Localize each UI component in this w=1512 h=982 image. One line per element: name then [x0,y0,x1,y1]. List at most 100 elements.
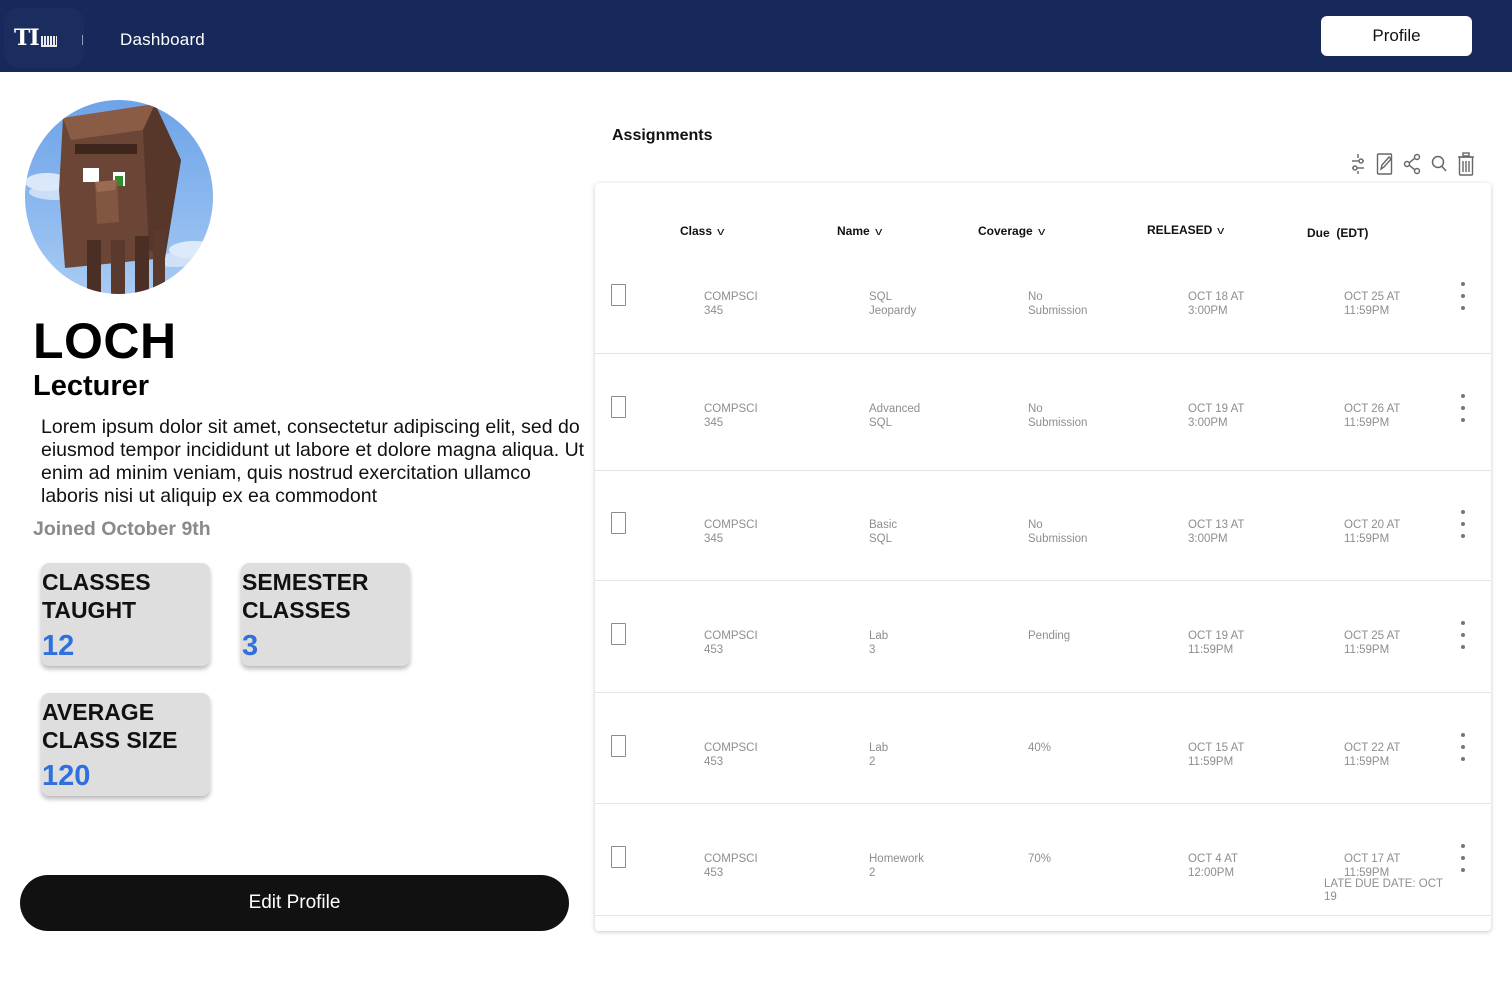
kebab-dot [1461,510,1465,514]
cell-coverage: No Submission [1028,519,1088,545]
table-row[interactable]: COMPSCI 345 SQL Jeopardy No Submission OCT … [595,242,1491,354]
edit-icon[interactable] [1375,151,1395,177]
stat-label: AVERAGE CLASS SIZE [42,699,178,753]
cell-due: OCT 22 AT 11:59PM [1344,742,1401,768]
more-options-icon[interactable] [1457,508,1469,540]
row-checkbox[interactable] [611,396,626,418]
column-header-name[interactable]: Name v [837,224,882,238]
row-checkbox[interactable] [611,846,626,868]
table-row[interactable]: COMPSCI 345 Basic SQL No Submission OCT 13 … [595,470,1491,581]
more-options-icon[interactable] [1457,280,1469,312]
search-icon[interactable] [1429,151,1449,177]
cell-class: COMPSCI 345 [704,291,758,317]
profile-name: LOCH [33,313,177,369]
kebab-dot [1461,522,1465,526]
cell-class: COMPSCI 453 [704,853,758,879]
column-header-released[interactable]: RELEASED v [1147,223,1225,237]
column-header-due[interactable]: Due (EDT) [1307,226,1368,240]
cell-name: SQL Jeopardy [869,291,917,317]
app-logo[interactable]: TI [4,8,84,68]
cell-class: COMPSCI 453 [704,742,758,768]
profile-bio: Lorem ipsum dolor sit amet, consectetur … [41,416,585,507]
edit-profile-button[interactable]: Edit Profile [20,875,569,931]
stat-card-average-class-size: AVERAGE CLASS SIZE 120 [41,693,210,796]
kebab-dot [1461,394,1465,398]
cell-released: OCT 15 AT 11:59PM [1188,742,1245,768]
more-options-icon[interactable] [1457,731,1469,763]
cell-coverage: 40% [1028,742,1052,754]
column-header-coverage[interactable]: Coverage v [978,224,1046,238]
kebab-dot [1461,757,1465,761]
cell-due: OCT 25 AT 11:59PM [1344,291,1401,317]
joined-date: Joined October 9th [33,518,211,540]
kebab-dot [1461,621,1465,625]
cell-class: COMPSCI 345 [704,519,758,545]
table-row[interactable]: COMPSCI 345 Advanced SQL No Submission OCT … [595,354,1491,471]
kebab-dot [1461,633,1465,637]
logo-text: TI [14,25,40,51]
cell-due: OCT 25 AT 11:59PM [1344,630,1401,656]
profile-role: Lecturer [33,370,150,402]
row-checkbox[interactable] [611,735,626,757]
profile-button[interactable]: Profile [1321,16,1472,56]
top-nav-bar: TI Dashboard Profile [0,0,1512,72]
sliders-icon[interactable] [1348,151,1368,177]
villager-avatar-icon [25,104,213,294]
cell-due: OCT 26 AT 11:59PM [1344,403,1401,429]
assignments-title: Assignments [612,127,713,144]
kebab-dot [1461,306,1465,310]
kebab-dot [1461,645,1465,649]
cell-released: OCT 19 AT 11:59PM [1188,630,1245,656]
kebab-dot [1461,844,1465,848]
column-header-label: Class [680,224,713,238]
more-options-icon[interactable] [1457,392,1469,424]
column-header-label: Coverage [978,224,1033,238]
kebab-dot [1461,406,1465,410]
chevron-down-icon: v [717,226,725,238]
late-due-date: LATE DUE DATE: OCT 19 [1324,878,1443,903]
kebab-dot [1461,294,1465,298]
stat-label: CLASSES TAUGHT [42,569,151,623]
kebab-dot [1461,856,1465,860]
stat-value: 120 [42,760,91,792]
kebab-dot [1461,282,1465,286]
stat-value: 12 [42,630,75,662]
cell-name: Advanced SQL [869,403,921,429]
column-header-label: RELEASED [1147,223,1213,237]
row-checkbox[interactable] [611,623,626,645]
cell-name: Lab 2 [869,742,889,768]
stat-value: 3 [242,630,259,662]
share-icon[interactable] [1402,151,1422,177]
trash-icon[interactable] [1456,151,1476,177]
cell-coverage: Pending [1028,630,1071,642]
cell-released: OCT 13 AT 3:00PM [1188,519,1245,545]
cell-coverage: 70% [1028,853,1052,865]
kebab-dot [1461,733,1465,737]
table-row[interactable]: COMPSCI 453 Lab 2 40% OCT 15 AT 11:59PM OCT … [595,693,1491,804]
stat-card-classes-taught: CLASSES TAUGHT 12 [41,563,210,666]
stat-card-semester-classes: SEMESTER CLASSES 3 [241,563,410,666]
more-options-icon[interactable] [1457,842,1469,874]
cell-name: Lab 3 [869,630,889,656]
cell-class: COMPSCI 345 [704,403,758,429]
cell-released: OCT 4 AT 12:00PM [1188,853,1239,879]
column-header-class[interactable]: Class v [680,224,724,238]
keyboard-icon [40,35,57,47]
cell-coverage: No Submission [1028,291,1088,317]
nav-dashboard-link[interactable]: Dashboard [120,30,205,50]
table-row[interactable]: COMPSCI 453 Lab 3 Pending OCT 19 AT 11:59PM… [595,581,1491,693]
row-checkbox[interactable] [611,512,626,534]
kebab-dot [1461,745,1465,749]
cell-name: Basic SQL [869,519,898,545]
row-checkbox[interactable] [611,284,626,306]
cell-name: Homework 2 [869,853,924,879]
cell-due: OCT 17 AT 11:59PM [1344,853,1401,879]
kebab-dot [1461,868,1465,872]
cell-due: OCT 20 AT 11:59PM [1344,519,1401,545]
chevron-down-icon: v [1217,225,1225,237]
more-options-icon[interactable] [1457,619,1469,651]
table-row[interactable]: COMPSCI 453 Homework 2 70% OCT 4 AT 12:00PM… [595,804,1491,916]
assignments-toolbar [1348,150,1478,178]
chevron-down-icon: v [1037,226,1046,238]
assignments-table: Class v Name v Coverage v RELEASED v Due (ED… [595,183,1491,931]
